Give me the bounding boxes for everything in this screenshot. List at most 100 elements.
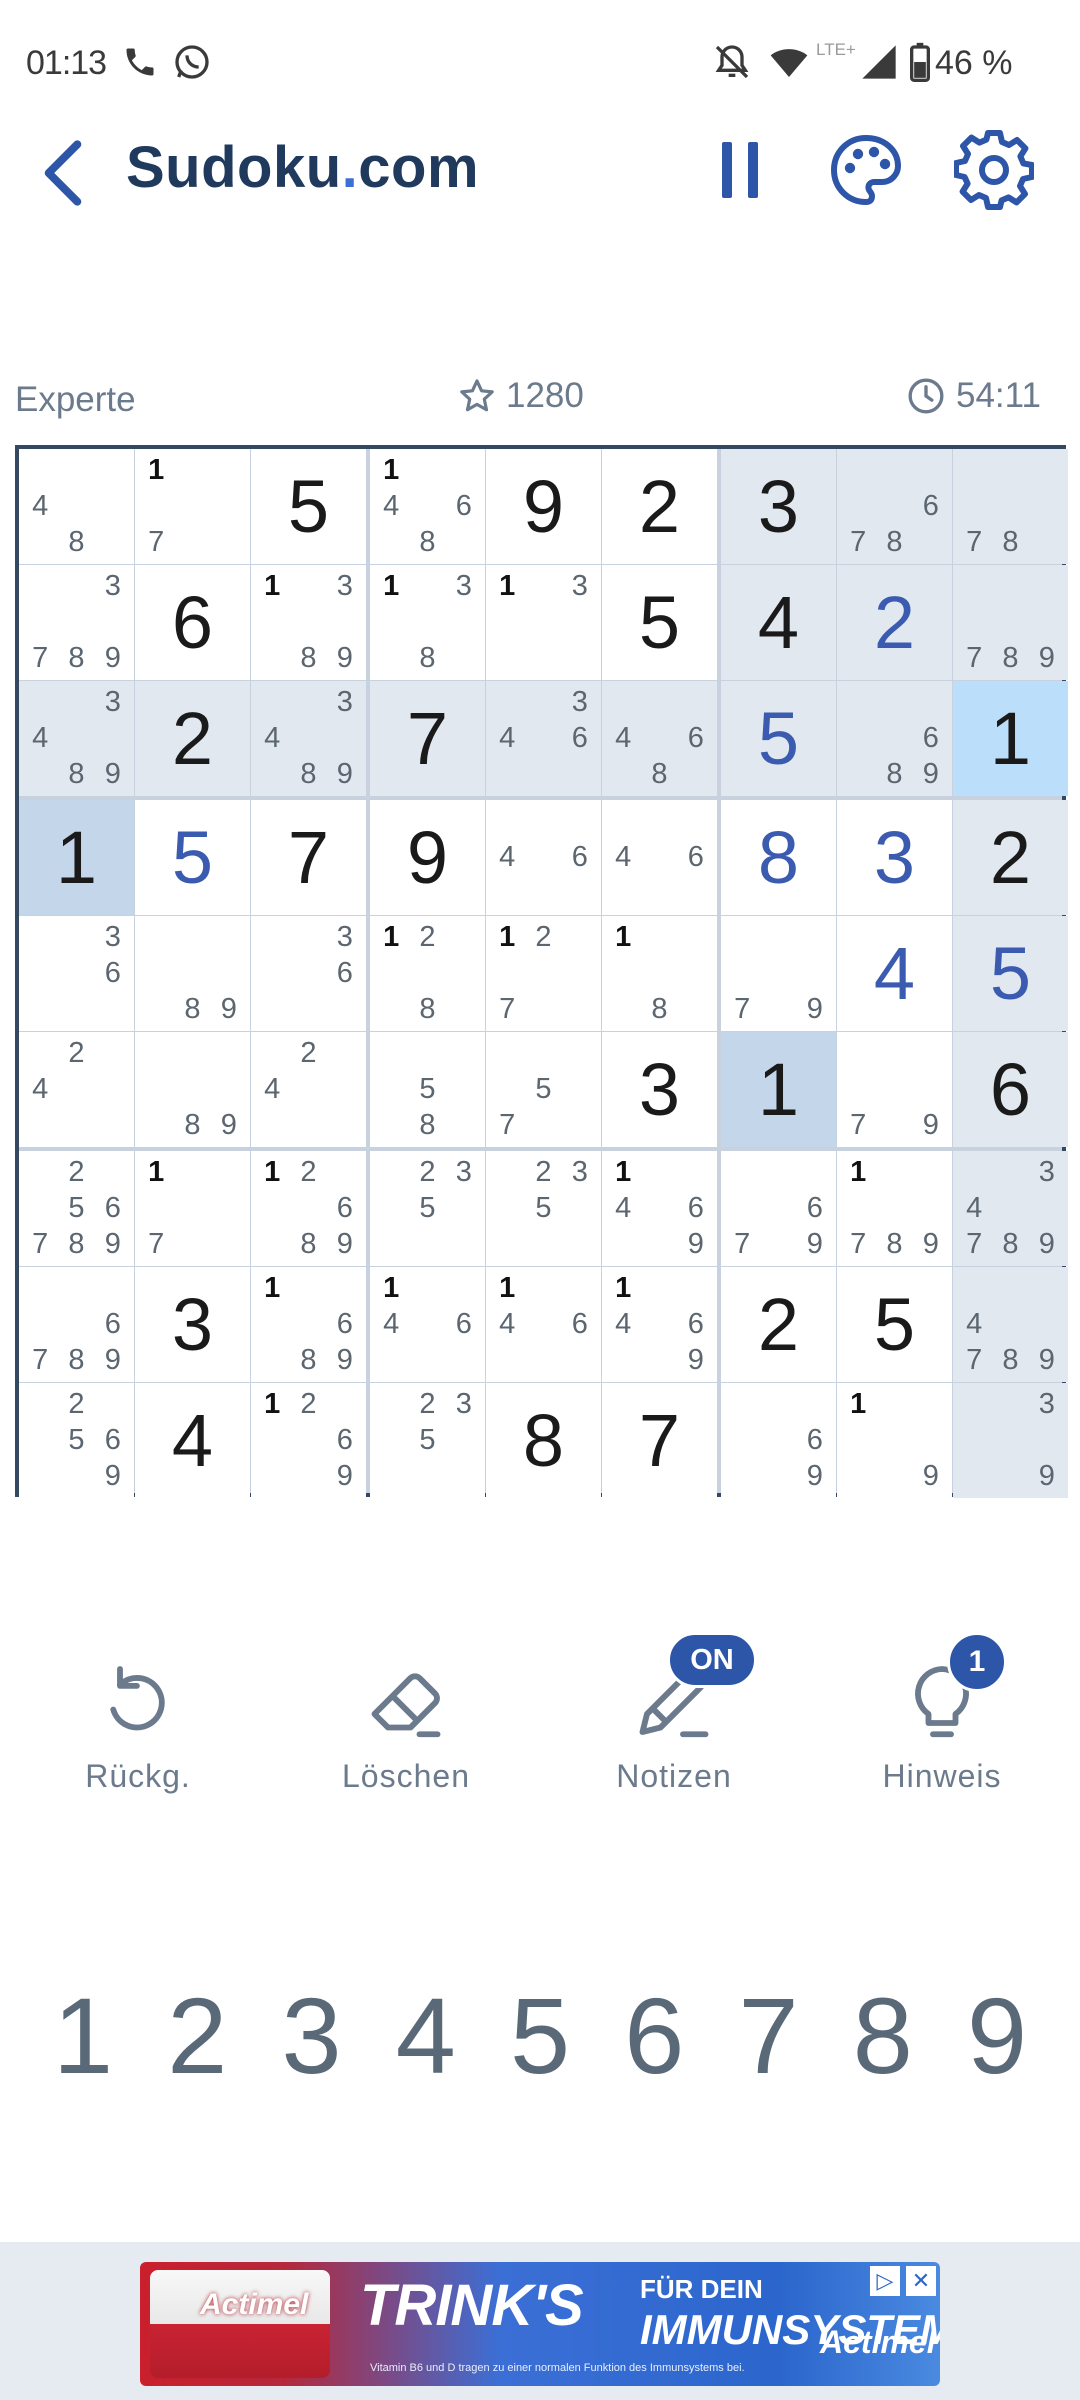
cell-r7c8[interactable]: 1789 (837, 1151, 952, 1266)
cell-r4c5[interactable]: 46 (486, 800, 601, 915)
cell-r4c3[interactable]: 7 (251, 800, 366, 915)
cell-r9c8[interactable]: 19 (837, 1383, 952, 1498)
cell-r3c2[interactable]: 2 (135, 681, 250, 796)
notes-button[interactable]: ON Notizen (574, 1632, 774, 1794)
cell-r8c7[interactable]: 2 (721, 1267, 836, 1382)
cell-r9c5[interactable]: 8 (486, 1383, 601, 1498)
cell-r1c3[interactable]: 5 (251, 449, 366, 564)
cell-r7c9[interactable]: 3 4 789 (953, 1151, 1068, 1266)
numpad-9[interactable]: 9 (942, 1960, 1052, 2110)
cell-r1c8[interactable]: 6 78 (837, 449, 952, 564)
ad-close-icon[interactable]: ✕ (906, 2266, 936, 2296)
cell-r2c2[interactable]: 6 (135, 565, 250, 680)
cell-r1c1[interactable]: 48 (19, 449, 134, 564)
back-button[interactable] (38, 138, 88, 208)
numpad-7[interactable]: 7 (714, 1960, 824, 2110)
cell-r3c8[interactable]: 689 (837, 681, 952, 796)
cell-r2c8[interactable]: 2 (837, 565, 952, 680)
cell-r7c1[interactable]: 256 789 (19, 1151, 134, 1266)
cell-r4c7[interactable]: 8 (721, 800, 836, 915)
numpad-8[interactable]: 8 (828, 1960, 938, 2110)
cell-r7c6[interactable]: 14 6 9 (602, 1151, 717, 1266)
cell-r8c3[interactable]: 1689 (251, 1267, 366, 1382)
cell-r9c6[interactable]: 7 (602, 1383, 717, 1498)
cell-r5c7[interactable]: 79 (721, 916, 836, 1031)
cell-r7c5[interactable]: 235 (486, 1151, 601, 1266)
cell-r6c9[interactable]: 6 (953, 1032, 1068, 1147)
cell-r4c4[interactable]: 9 (370, 800, 485, 915)
cell-r2c4[interactable]: 1 3 8 (370, 565, 485, 680)
settings-button[interactable] (954, 130, 1034, 210)
numpad-4[interactable]: 4 (371, 1960, 481, 2110)
cell-r6c6[interactable]: 3 (602, 1032, 717, 1147)
cell-r2c3[interactable]: 1 3 89 (251, 565, 366, 680)
cell-r6c3[interactable]: 24 (251, 1032, 366, 1147)
cell-r1c7[interactable]: 3 (721, 449, 836, 564)
cell-r6c5[interactable]: 57 (486, 1032, 601, 1147)
cell-r1c2[interactable]: 17 (135, 449, 250, 564)
cell-r8c5[interactable]: 14 6 (486, 1267, 601, 1382)
cell-r5c4[interactable]: 12 8 (370, 916, 485, 1031)
cell-r9c4[interactable]: 235 (370, 1383, 485, 1498)
cell-r1c6[interactable]: 2 (602, 449, 717, 564)
cell-r9c2[interactable]: 4 (135, 1383, 250, 1498)
cell-r7c7[interactable]: 6 7 9 (721, 1151, 836, 1266)
cell-r8c1[interactable]: 6 789 (19, 1267, 134, 1382)
cell-r3c4[interactable]: 7 (370, 681, 485, 796)
erase-button[interactable]: Löschen (306, 1640, 506, 1794)
cell-r2c7[interactable]: 4 (721, 565, 836, 680)
cell-r4c8[interactable]: 3 (837, 800, 952, 915)
cell-r6c1[interactable]: 24 (19, 1032, 134, 1147)
cell-r2c6[interactable]: 5 (602, 565, 717, 680)
cell-r8c2[interactable]: 3 (135, 1267, 250, 1382)
cell-r6c4[interactable]: 58 (370, 1032, 485, 1147)
cell-r1c5[interactable]: 9 (486, 449, 601, 564)
cell-r3c5[interactable]: 3 4 6 (486, 681, 601, 796)
cell-r8c4[interactable]: 14 6 (370, 1267, 485, 1382)
cell-r4c6[interactable]: 46 (602, 800, 717, 915)
cell-r2c9[interactable]: 789 (953, 565, 1068, 680)
cell-r8c8[interactable]: 5 (837, 1267, 952, 1382)
numpad-3[interactable]: 3 (257, 1960, 367, 2110)
palette-button[interactable] (826, 130, 906, 210)
cell-r4c1[interactable]: 1 (19, 800, 134, 915)
cell-r5c1[interactable]: 36 (19, 916, 134, 1031)
cell-r8c6[interactable]: 14 6 9 (602, 1267, 717, 1382)
cell-r5c6[interactable]: 18 (602, 916, 717, 1031)
cell-r1c4[interactable]: 14 68 (370, 449, 485, 564)
cell-r8c9[interactable]: 4 789 (953, 1267, 1068, 1382)
cell-r5c3[interactable]: 36 (251, 916, 366, 1031)
ad-info-icon[interactable]: ▷ (870, 2266, 900, 2296)
cell-r5c8[interactable]: 4 (837, 916, 952, 1031)
numpad-1[interactable]: 1 (28, 1960, 138, 2110)
cell-r4c2[interactable]: 5 (135, 800, 250, 915)
cell-r7c2[interactable]: 17 (135, 1151, 250, 1266)
cell-r3c1[interactable]: 3 489 (19, 681, 134, 796)
cell-r6c7[interactable]: 1 (721, 1032, 836, 1147)
hint-button[interactable]: 1 Hinweis (842, 1632, 1042, 1794)
cell-r3c9[interactable]: 1 (953, 681, 1068, 796)
numpad-5[interactable]: 5 (485, 1960, 595, 2110)
cell-r1c9[interactable]: 78 (953, 449, 1068, 564)
pause-button[interactable] (700, 130, 780, 210)
cell-r5c9[interactable]: 5 (953, 916, 1068, 1031)
cell-r9c3[interactable]: 126 9 (251, 1383, 366, 1498)
ad-banner[interactable]: Actimel TRINK'S FÜR DEIN IMMUNSYSTEM Act… (140, 2262, 940, 2386)
cell-r7c4[interactable]: 235 (370, 1151, 485, 1266)
cell-r3c3[interactable]: 3 489 (251, 681, 366, 796)
cell-r9c9[interactable]: 39 (953, 1383, 1068, 1498)
numpad-6[interactable]: 6 (599, 1960, 709, 2110)
undo-button[interactable]: Rückg. (38, 1640, 238, 1794)
cell-r9c7[interactable]: 69 (721, 1383, 836, 1498)
cell-r5c5[interactable]: 12 7 (486, 916, 601, 1031)
cell-r9c1[interactable]: 256 9 (19, 1383, 134, 1498)
numpad-2[interactable]: 2 (142, 1960, 252, 2110)
cell-r6c2[interactable]: 89 (135, 1032, 250, 1147)
cell-r3c6[interactable]: 4 68 (602, 681, 717, 796)
cell-r7c3[interactable]: 12689 (251, 1151, 366, 1266)
cell-r4c9[interactable]: 2 (953, 800, 1068, 915)
cell-r3c7[interactable]: 5 (721, 681, 836, 796)
cell-r2c5[interactable]: 13 (486, 565, 601, 680)
cell-r6c8[interactable]: 79 (837, 1032, 952, 1147)
cell-r2c1[interactable]: 3 789 (19, 565, 134, 680)
